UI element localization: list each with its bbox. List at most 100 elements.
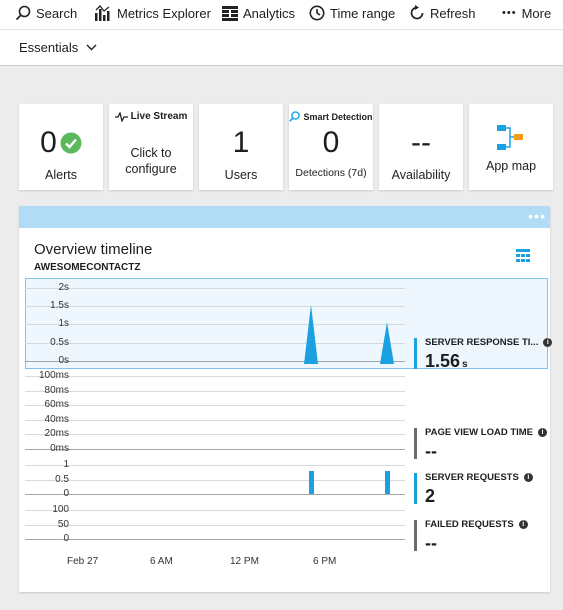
alerts-count: 0 (40, 126, 57, 159)
info-icon[interactable]: i (538, 428, 548, 437)
x-axis-label: Feb 27 (67, 556, 99, 567)
gridline (25, 449, 405, 450)
info-icon[interactable]: i (543, 338, 553, 347)
availability-tile[interactable]: -- Availability (379, 104, 463, 190)
check-circle-icon (60, 132, 82, 154)
smart-detection-header: Smart Detection (289, 111, 373, 122)
y-axis-label: 0 (63, 488, 69, 499)
time-range-button[interactable]: Time range (309, 0, 395, 26)
info-icon[interactable]: i (523, 473, 533, 482)
smart-detection-title: Smart Detection (303, 111, 373, 122)
timeline-title: Overview timeline (34, 241, 153, 258)
app-map-tile[interactable]: App map (469, 104, 553, 190)
server-requests-name-text: SERVER REQUESTS (425, 472, 519, 483)
grid-view-icon[interactable] (516, 249, 530, 262)
gridline (25, 390, 405, 392)
live-stream-tile[interactable]: Live Stream Click to configure (109, 104, 193, 190)
essentials-label: Essentials (19, 40, 79, 55)
y-axis-label: 1s (58, 318, 69, 330)
search-button[interactable]: Search (15, 0, 77, 26)
analytics-icon (222, 5, 238, 21)
request-bar (309, 471, 314, 494)
gridline (25, 494, 405, 495)
gridline (25, 405, 405, 407)
command-bar: Search Metrics Explorer Analytics Time r… (0, 0, 563, 29)
app-map-icon (497, 125, 523, 150)
availability-value: -- (411, 126, 431, 159)
search-icon (15, 5, 31, 21)
server-requests-color-bar (414, 473, 417, 504)
gridline (25, 524, 405, 526)
x-axis-label: 6 PM (313, 556, 337, 567)
metrics-explorer-label: Metrics Explorer (117, 5, 211, 21)
y-axis-label: 0 (63, 533, 69, 544)
y-axis-label: 100 (52, 504, 69, 515)
x-axis-label: 12 PM (230, 556, 259, 567)
gridline (25, 288, 405, 289)
alerts-tile[interactable]: 0 Alerts (19, 104, 103, 190)
gridline (25, 324, 405, 326)
gridline (25, 376, 405, 377)
time-range-label: Time range (330, 5, 396, 21)
card-menu-icon[interactable]: ••• (528, 208, 546, 224)
y-axis-label: 2s (58, 282, 69, 293)
more-dots-icon: ••• (502, 7, 517, 19)
metrics-explorer-button[interactable]: Metrics Explorer (94, 0, 211, 26)
chevron-down-icon (86, 44, 97, 51)
y-axis-label: 50 (57, 518, 69, 530)
refresh-label: Refresh (430, 5, 476, 21)
failed-requests-color-bar (414, 520, 417, 551)
server-requests-value: 2 (425, 486, 436, 506)
failed-requests-name: FAILED REQUESTS i (425, 519, 528, 530)
y-axis-label: 1 (63, 459, 69, 470)
gridline (25, 306, 405, 308)
page-view-name: PAGE VIEW LOAD TIME i (425, 427, 548, 438)
y-axis-label: 20ms (44, 428, 69, 440)
y-axis-label: 0.5s (50, 336, 69, 348)
analytics-button[interactable]: Analytics (222, 0, 295, 26)
failed-requests-value: -- (425, 533, 437, 553)
app-map-label: App map (485, 159, 537, 173)
refresh-button[interactable]: Refresh (409, 0, 476, 26)
detections-label: Detections (7d) (295, 167, 367, 179)
server-response-name: SERVER RESPONSE TI... i (425, 337, 553, 348)
live-stream-label-2: configure (125, 162, 177, 176)
smart-detection-tile[interactable]: Smart Detection 0 Detections (7d) (289, 104, 373, 190)
alerts-value-row: 0 (40, 126, 82, 160)
y-axis-label: 100ms (38, 370, 69, 381)
users-label: Users (224, 168, 258, 182)
gridline (25, 419, 405, 421)
users-count: 1 (232, 126, 250, 159)
page-view-name-text: PAGE VIEW LOAD TIME (425, 427, 534, 438)
live-stream-title: Live Stream (130, 111, 188, 122)
gridline (25, 360, 405, 362)
clock-icon (309, 5, 325, 21)
search-label: Search (36, 5, 78, 21)
gridline (25, 539, 405, 540)
gridline (25, 479, 405, 481)
y-axis-label: 0ms (50, 443, 69, 454)
pulse-icon (114, 111, 128, 122)
failed-requests-name-text: FAILED REQUESTS (425, 519, 514, 530)
live-stream-header: Live Stream (109, 111, 193, 122)
users-tile[interactable]: 1 Users (199, 104, 283, 190)
gridline (25, 342, 405, 344)
essentials-toggle[interactable]: Essentials (0, 29, 563, 66)
server-response-value: 1.56 s (425, 351, 468, 372)
server-response-name-text: SERVER RESPONSE TI... (425, 337, 539, 348)
availability-label: Availability (391, 168, 451, 182)
server-response-color-bar (414, 338, 417, 369)
refresh-icon (410, 5, 424, 20)
server-response-unit: s (462, 359, 468, 370)
y-axis-label: 0s (58, 354, 69, 366)
info-icon[interactable]: i (518, 520, 528, 529)
y-axis-label: 1.5s (50, 300, 69, 312)
y-axis-label: 60ms (44, 399, 69, 411)
card-header-bar: ••• (19, 206, 550, 228)
smart-detection-icon (289, 111, 301, 122)
server-requests-name: SERVER REQUESTS i (425, 472, 533, 483)
y-axis-label: 0.5 (55, 473, 69, 485)
detections-count: 0 (322, 126, 340, 159)
more-button[interactable]: ••• More (502, 0, 551, 26)
y-axis-label: 80ms (44, 384, 69, 396)
